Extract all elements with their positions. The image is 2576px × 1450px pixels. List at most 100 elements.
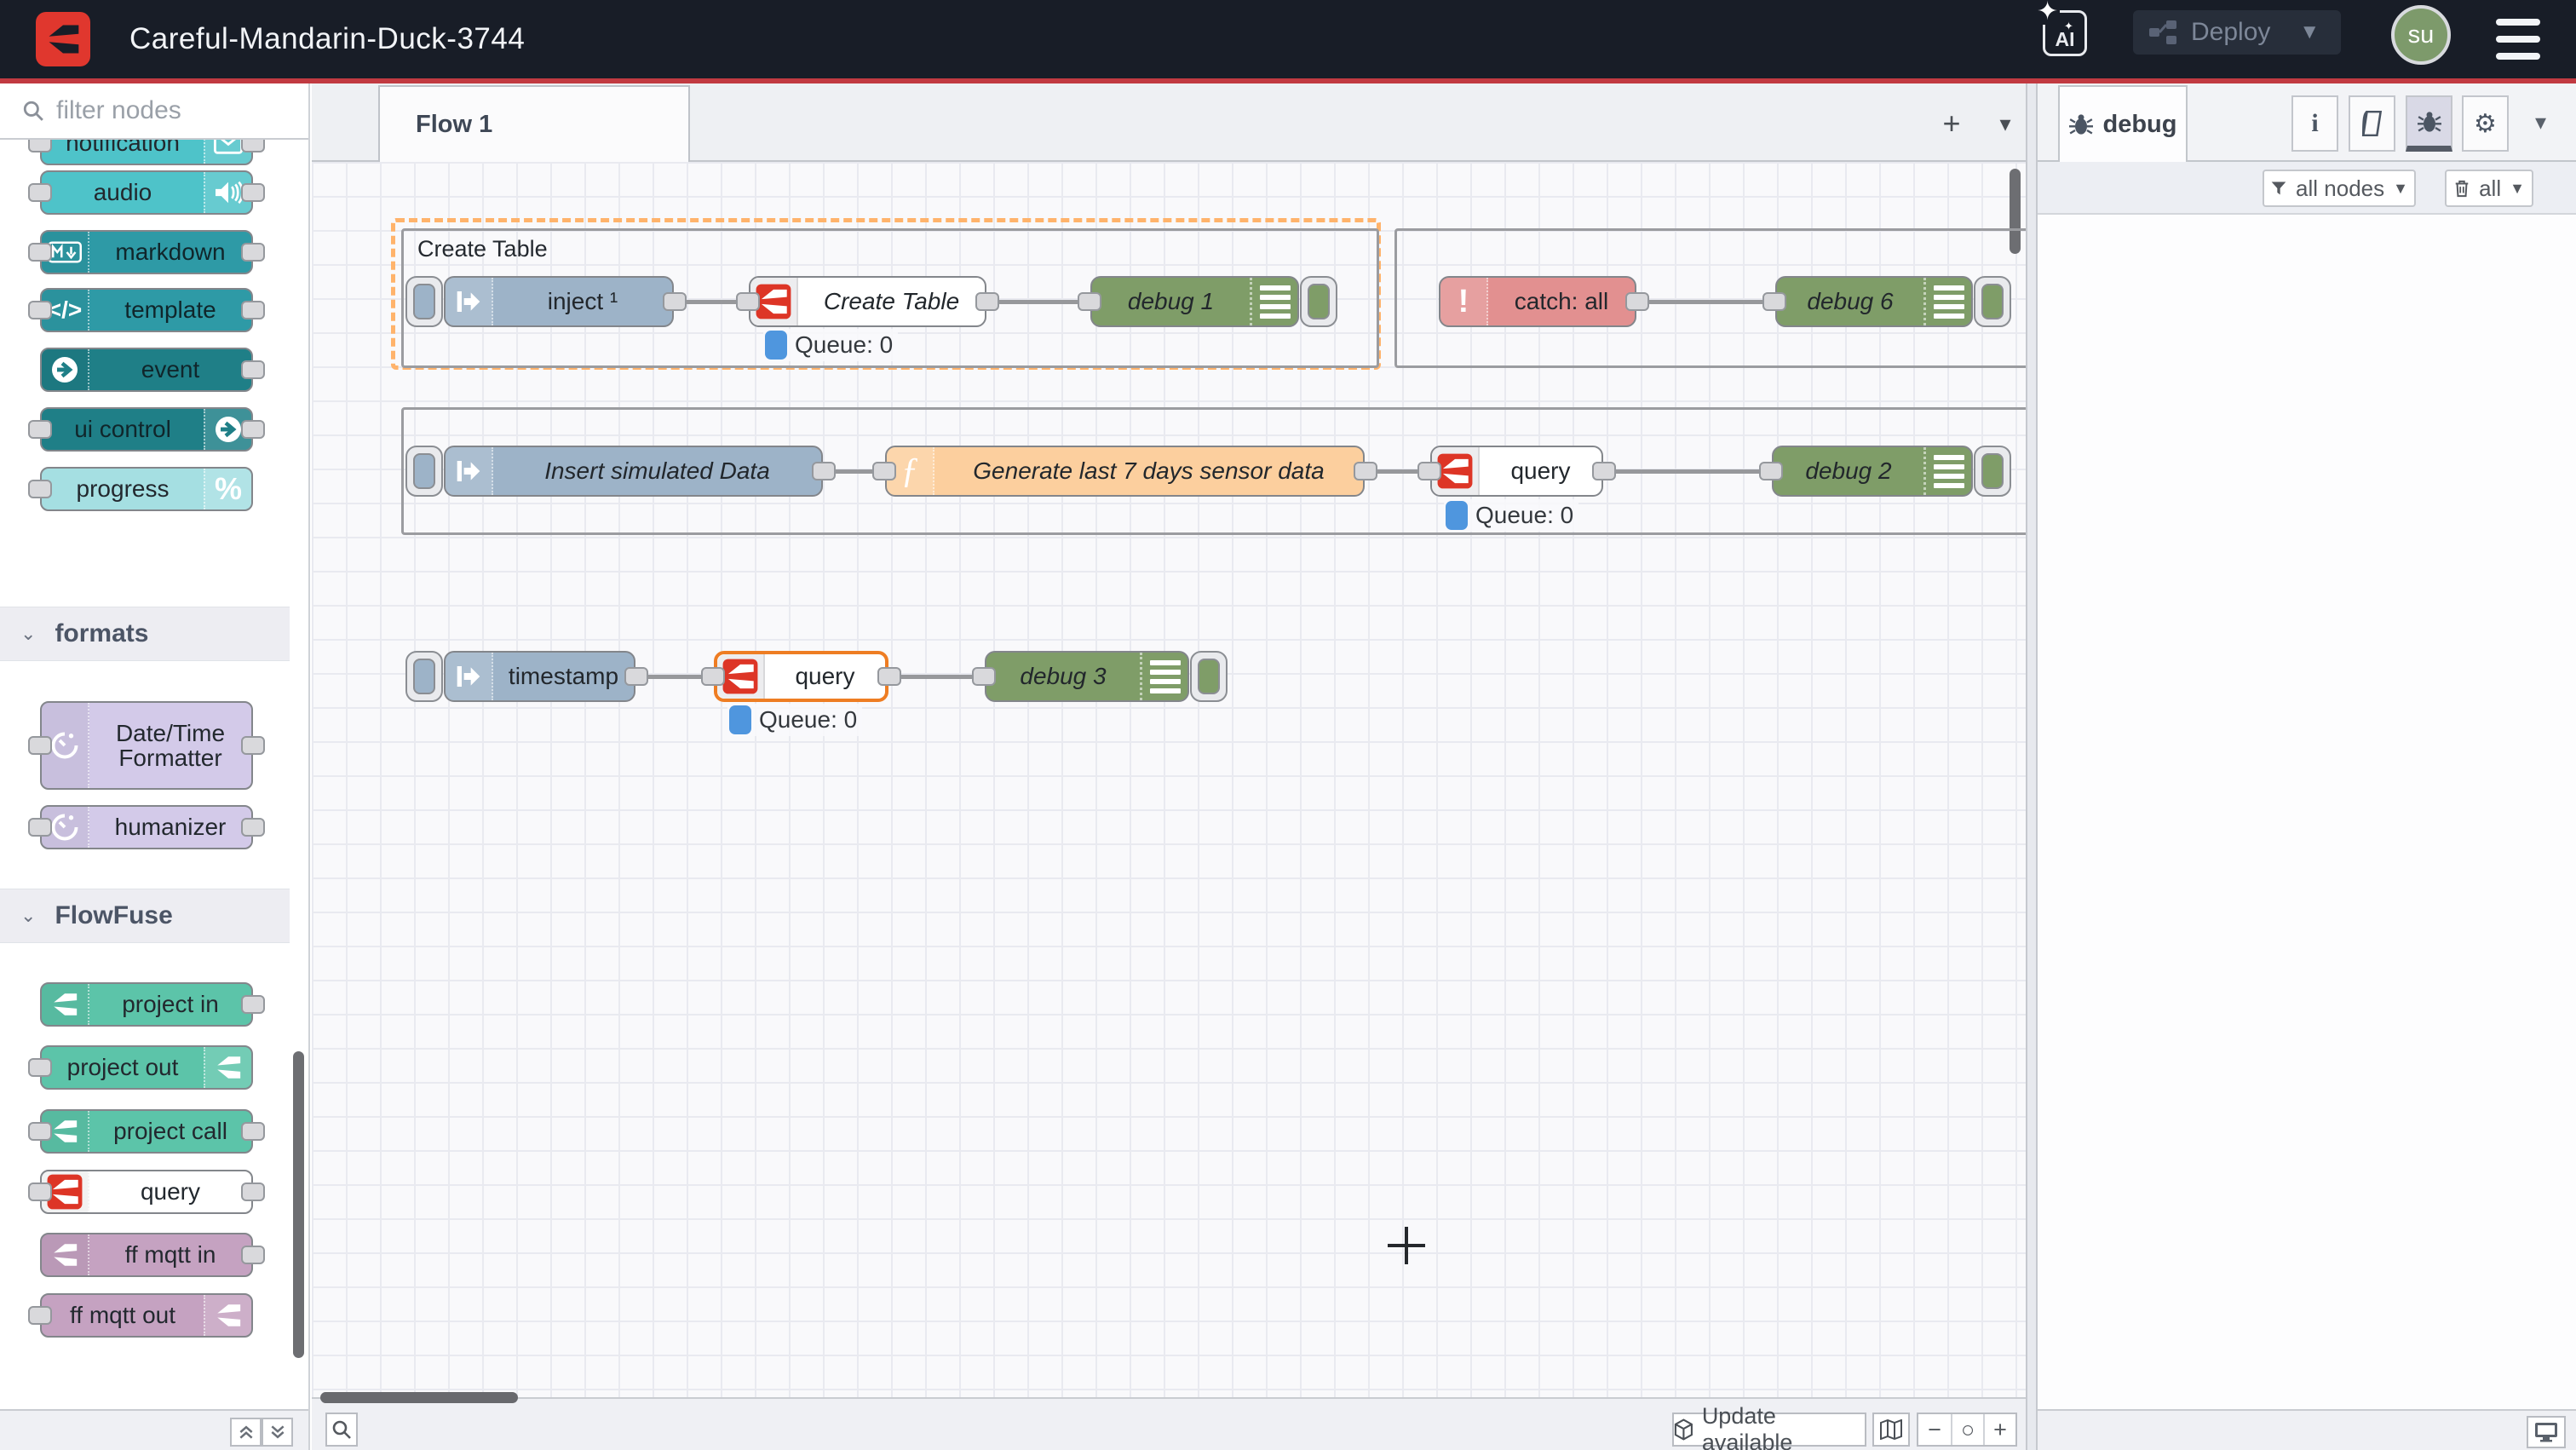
- sidebar: debug i ⚙ ▾ all nodes ▼ all ▼: [2038, 83, 2576, 1450]
- input-port[interactable]: [972, 667, 996, 686]
- flow-canvas[interactable]: Create TableQueue: 0Queue: 0Queue: 0inje…: [312, 162, 2026, 1397]
- deploy-caret-icon[interactable]: ▼: [2299, 20, 2320, 44]
- canvas-node-timestamp[interactable]: timestamp: [444, 651, 635, 702]
- main-menu-button[interactable]: [2496, 19, 2540, 60]
- update-available-button[interactable]: Update available: [1672, 1413, 1866, 1447]
- input-port[interactable]: [1759, 462, 1783, 480]
- output-port[interactable]: [624, 667, 648, 686]
- deploy-nodes-icon: [2148, 20, 2177, 45]
- sidebar-splitter[interactable]: [2026, 83, 2038, 1450]
- sidebar-tab-debug-button[interactable]: [2406, 95, 2452, 152]
- palette-scrollbar[interactable]: [293, 1051, 304, 1358]
- palette-node-notification[interactable]: notification: [0, 140, 290, 165]
- output-port[interactable]: [975, 292, 999, 311]
- ai-assistant-button[interactable]: ✦ ✦ AI: [2043, 10, 2087, 56]
- palette-filter-input[interactable]: [56, 96, 278, 125]
- input-port[interactable]: [736, 292, 760, 311]
- canvas-node-insert-simulated-data[interactable]: Insert simulated Data: [444, 446, 823, 497]
- palette-node-project-call[interactable]: project call: [0, 1109, 290, 1154]
- clock-icon: [49, 730, 80, 761]
- debug-clear-dropdown[interactable]: all ▼: [2445, 170, 2533, 207]
- palette-node-markdown[interactable]: markdown: [0, 230, 290, 274]
- palette-node-audio[interactable]: audio: [0, 170, 290, 215]
- palette-node-ff-mqtt-in[interactable]: ff mqtt in: [0, 1233, 290, 1277]
- canvas-search-button[interactable]: [325, 1413, 358, 1447]
- output-port[interactable]: [1625, 292, 1649, 311]
- sidebar-tab-debug[interactable]: debug: [2058, 85, 2188, 162]
- tab-flow-1[interactable]: Flow 1: [378, 85, 690, 162]
- canvas-node-debug-2[interactable]: debug 2: [1772, 446, 1973, 497]
- input-port[interactable]: [1078, 292, 1101, 311]
- palette-section-formats[interactable]: ⌄formats: [0, 607, 290, 661]
- header-bar: Careful-Mandarin-Duck-3744 ✦ ✦ AI Deploy…: [0, 0, 2576, 78]
- output-port: [241, 301, 265, 319]
- sidebar-menu-caret-icon[interactable]: ▾: [2535, 109, 2546, 135]
- palette-node-ff-mqtt-out[interactable]: ff mqtt out: [0, 1293, 290, 1338]
- canvas-node-query[interactable]: query: [1430, 446, 1603, 497]
- add-flow-button[interactable]: +: [1930, 102, 1973, 145]
- open-in-window-button[interactable]: [2527, 1416, 2566, 1448]
- debug-button[interactable]: [1300, 276, 1337, 327]
- output-port[interactable]: [877, 667, 901, 686]
- output-port[interactable]: [663, 292, 687, 311]
- inject-button[interactable]: [405, 651, 443, 702]
- flowfuse-icon: [49, 990, 80, 1019]
- output-port[interactable]: [812, 462, 836, 480]
- input-port: [28, 818, 52, 837]
- inject-arrow-icon: [454, 663, 483, 690]
- palette-node-template[interactable]: </>template: [0, 288, 290, 332]
- trash-icon: [2453, 179, 2470, 198]
- wire[interactable]: [888, 675, 985, 679]
- flow-list-caret-icon[interactable]: ▾: [1987, 102, 2024, 145]
- palette-node-humanizer[interactable]: humanizer: [0, 805, 290, 849]
- output-port[interactable]: [1354, 462, 1377, 480]
- palette-node-project-out[interactable]: project out: [0, 1045, 290, 1090]
- palette-node-event[interactable]: event: [0, 348, 290, 392]
- wire[interactable]: [1603, 469, 1772, 474]
- debug-filter-dropdown[interactable]: all nodes ▼: [2263, 170, 2416, 207]
- canvas-node-inject[interactable]: inject ¹: [444, 276, 674, 327]
- palette-node-query[interactable]: query: [0, 1170, 290, 1214]
- clock-icon: [49, 812, 80, 843]
- canvas-horizontal-scrollbar[interactable]: [320, 1392, 518, 1403]
- zoom-reset-button[interactable]: ○: [1951, 1414, 1983, 1445]
- wire[interactable]: [986, 300, 1090, 304]
- input-port[interactable]: [1762, 292, 1786, 311]
- debug-button[interactable]: [1974, 446, 2011, 497]
- palette-expand-all-button[interactable]: [262, 1418, 293, 1447]
- inject-button[interactable]: [405, 276, 443, 327]
- output-port[interactable]: [1592, 462, 1616, 480]
- input-port[interactable]: [1417, 462, 1441, 480]
- user-avatar[interactable]: su: [2391, 5, 2451, 65]
- sidebar-tab-help[interactable]: [2349, 95, 2395, 152]
- palette-node-date-time-formatter[interactable]: Date/Time Formatter: [0, 701, 290, 790]
- canvas-node-debug-3[interactable]: debug 3: [985, 651, 1189, 702]
- deploy-button[interactable]: Deploy ▼: [2133, 10, 2341, 55]
- palette-scroll-area[interactable]: ⌄formats ⌄FlowFuse notification audio markdo…: [0, 140, 308, 1409]
- input-port[interactable]: [872, 462, 896, 480]
- zoom-out-button[interactable]: −: [1918, 1414, 1951, 1445]
- input-port: [28, 243, 52, 262]
- zoom-in-button[interactable]: +: [1983, 1414, 2015, 1445]
- palette-node-progress[interactable]: progress%: [0, 467, 290, 511]
- palette-node-ui-control[interactable]: ui control: [0, 407, 290, 452]
- palette-section-flowfuse[interactable]: ⌄FlowFuse: [0, 889, 290, 943]
- canvas-node-query[interactable]: query: [714, 651, 888, 702]
- canvas-node-debug-1[interactable]: debug 1: [1090, 276, 1299, 327]
- sidebar-tab-config[interactable]: ⚙: [2462, 95, 2509, 152]
- canvas-node-debug-6[interactable]: debug 6: [1775, 276, 1973, 327]
- debug-button[interactable]: [1974, 276, 2011, 327]
- canvas-node-generate-last-7-days-sensor-data[interactable]: ƒGenerate last 7 days sensor data: [885, 446, 1365, 497]
- wire[interactable]: [1636, 300, 1775, 304]
- inject-button[interactable]: [405, 446, 443, 497]
- canvas-node-create-table[interactable]: Create Table: [749, 276, 986, 327]
- navigator-button[interactable]: [1872, 1413, 1910, 1447]
- group-label: Create Table: [417, 236, 548, 262]
- palette-collapse-all-button[interactable]: [230, 1418, 262, 1447]
- debug-button[interactable]: [1190, 651, 1228, 702]
- palette-node-project-in[interactable]: project in: [0, 982, 290, 1027]
- canvas-node-catch-all[interactable]: !catch: all: [1439, 276, 1636, 327]
- debug-toolbar: all nodes ▼ all ▼: [2038, 162, 2576, 215]
- input-port[interactable]: [701, 667, 725, 686]
- sidebar-tab-info[interactable]: i: [2291, 95, 2338, 152]
